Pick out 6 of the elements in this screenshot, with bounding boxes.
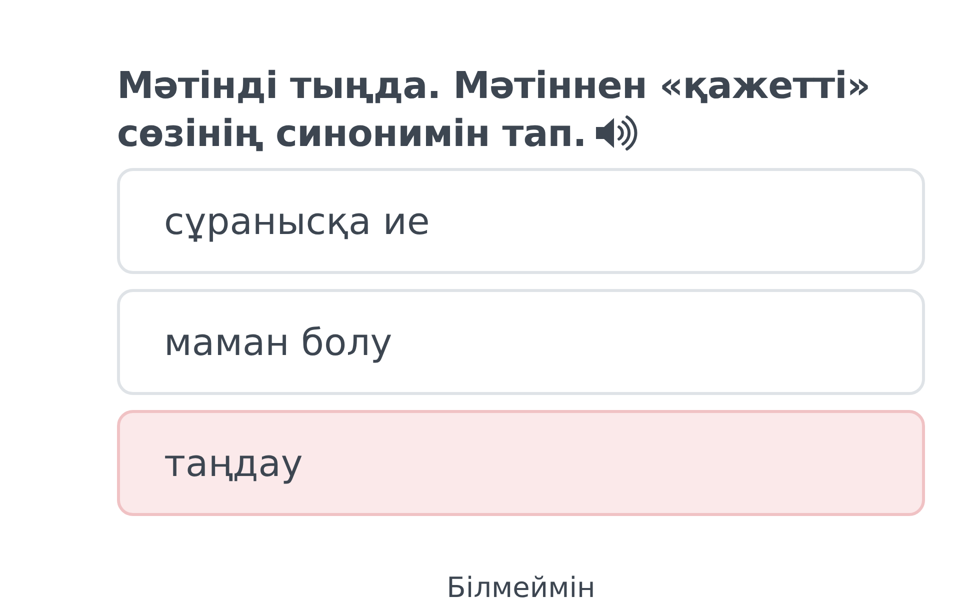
answer-option[interactable]: таңдау — [117, 410, 925, 516]
answer-option[interactable]: маман болу — [117, 289, 925, 396]
answer-option[interactable]: сұранысқа ие — [117, 168, 925, 274]
question-text: Мәтінді тыңда. Мәтіннен «қажетті» сөзінің синонимін тап. — [117, 63, 872, 158]
skip-link[interactable]: Білмеймін — [446, 574, 596, 602]
speaker-icon[interactable] — [594, 114, 638, 152]
